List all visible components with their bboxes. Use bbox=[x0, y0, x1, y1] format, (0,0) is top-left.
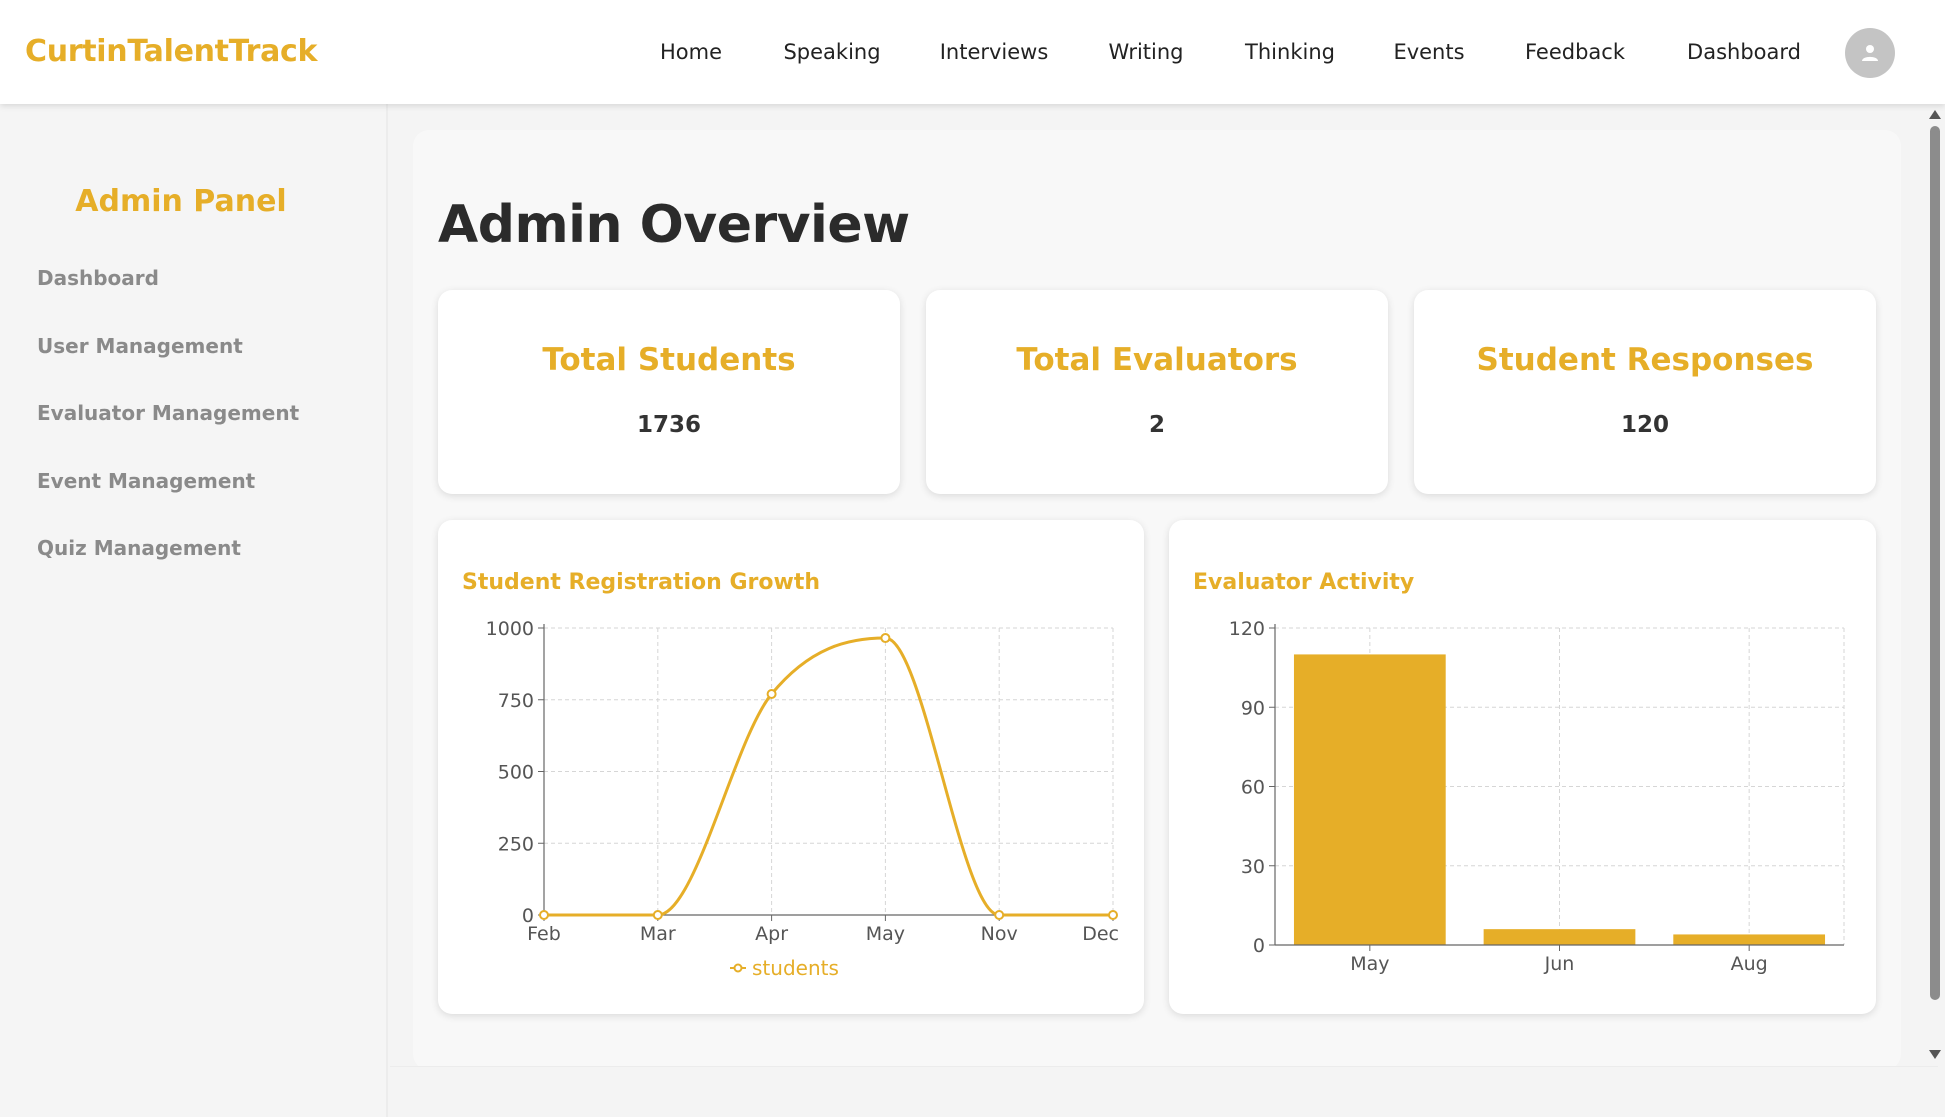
y-tick-label: 0 bbox=[1253, 935, 1265, 957]
chart-card-evaluator-activity: 0 30 60 90 120 May Jun Aug Evaluator Activity bbox=[1169, 520, 1876, 1014]
scroll-thumb[interactable] bbox=[1930, 126, 1940, 1000]
x-tick-label: Apr bbox=[755, 923, 788, 945]
bar-aug bbox=[1673, 934, 1826, 945]
chart-card-registration-growth: 0 250 500 750 1000 Feb Mar Apr May Nov Dec students… bbox=[438, 520, 1144, 1014]
user-icon bbox=[1862, 45, 1878, 61]
line-chart-grid bbox=[543, 627, 1114, 916]
sidebar-item-dashboard[interactable]: Dashboard bbox=[37, 266, 159, 290]
x-tick-label: Mar bbox=[640, 923, 676, 945]
legend-label-students: students bbox=[752, 956, 839, 980]
stat-value: 1736 bbox=[636, 412, 701, 438]
nav-writing[interactable]: Writing bbox=[1109, 40, 1184, 64]
y-tick-label: 120 bbox=[1229, 618, 1265, 640]
sidebar-item-quiz-management[interactable]: Quiz Management bbox=[37, 536, 241, 560]
sidebar-item-evaluator-management[interactable]: Evaluator Management bbox=[37, 401, 299, 425]
y-tick-label: 30 bbox=[1241, 856, 1265, 878]
nav-thinking[interactable]: Thinking bbox=[1245, 40, 1335, 64]
y-tick-label: 1000 bbox=[486, 618, 534, 640]
y-tick-label: 90 bbox=[1241, 697, 1265, 719]
stat-value: 120 bbox=[1620, 412, 1669, 438]
x-tick-label: Nov bbox=[981, 923, 1018, 945]
footer-strip bbox=[390, 1066, 1938, 1117]
data-point bbox=[994, 910, 1005, 920]
stat-value: 2 bbox=[1148, 412, 1165, 438]
y-tick-label: 60 bbox=[1241, 777, 1265, 799]
sidebar-title: Admin Panel bbox=[75, 184, 287, 219]
bar-may bbox=[1293, 654, 1446, 945]
nav-events[interactable]: Events bbox=[1393, 40, 1464, 64]
y-tick-label: 500 bbox=[498, 762, 534, 784]
data-point bbox=[766, 689, 777, 700]
sidebar: Admin Panel Dashboard User Management Ev… bbox=[0, 104, 388, 1117]
stat-card-student-responses: Student Responses 120 bbox=[1414, 290, 1876, 494]
data-point bbox=[1108, 910, 1118, 920]
page-title: Admin Overview bbox=[438, 195, 910, 255]
top-navbar: CurtinTalentTrack Home Speaking Intervie… bbox=[0, 0, 1945, 104]
series-line-students bbox=[543, 636, 1113, 917]
stat-card-total-students: Total Students 1736 bbox=[438, 290, 900, 494]
sidebar-item-user-management[interactable]: User Management bbox=[37, 334, 243, 358]
scrollbar[interactable] bbox=[1925, 104, 1945, 1064]
chart-title: Student Registration Growth bbox=[462, 570, 821, 595]
x-tick-label: Jun bbox=[1544, 953, 1575, 975]
sidebar-item-event-management[interactable]: Event Management bbox=[37, 469, 255, 493]
chart-legend: students bbox=[730, 956, 839, 980]
x-tick-label: May bbox=[1350, 953, 1389, 975]
x-tick-label: Dec bbox=[1082, 923, 1119, 945]
main-nav: Home Speaking Interviews Writing Thinkin… bbox=[0, 40, 1945, 68]
x-tick-label: Aug bbox=[1731, 953, 1768, 975]
scroll-down-arrow-icon[interactable] bbox=[1929, 1050, 1941, 1059]
x-tick-label: May bbox=[866, 923, 905, 945]
stat-label: Student Responses bbox=[1476, 342, 1814, 378]
legend-marker-icon bbox=[733, 963, 743, 973]
nav-feedback[interactable]: Feedback bbox=[1525, 40, 1625, 64]
nav-interviews[interactable]: Interviews bbox=[940, 40, 1049, 64]
x-tick-label: Feb bbox=[527, 923, 561, 945]
stat-card-total-evaluators: Total Evaluators 2 bbox=[926, 290, 1388, 494]
data-point bbox=[880, 633, 891, 644]
stat-label: Total Students bbox=[542, 342, 796, 378]
data-point bbox=[652, 910, 663, 920]
data-point bbox=[539, 910, 549, 920]
nav-home[interactable]: Home bbox=[660, 40, 722, 64]
nav-dashboard[interactable]: Dashboard bbox=[1687, 40, 1801, 64]
y-tick-label: 250 bbox=[498, 833, 534, 855]
user-avatar[interactable] bbox=[1845, 28, 1895, 78]
bar-jun bbox=[1483, 929, 1636, 945]
y-tick-label: 750 bbox=[498, 690, 534, 712]
stat-label: Total Evaluators bbox=[1016, 342, 1298, 378]
nav-speaking[interactable]: Speaking bbox=[783, 40, 880, 64]
scroll-up-arrow-icon[interactable] bbox=[1929, 110, 1941, 119]
chart-title: Evaluator Activity bbox=[1193, 570, 1415, 595]
